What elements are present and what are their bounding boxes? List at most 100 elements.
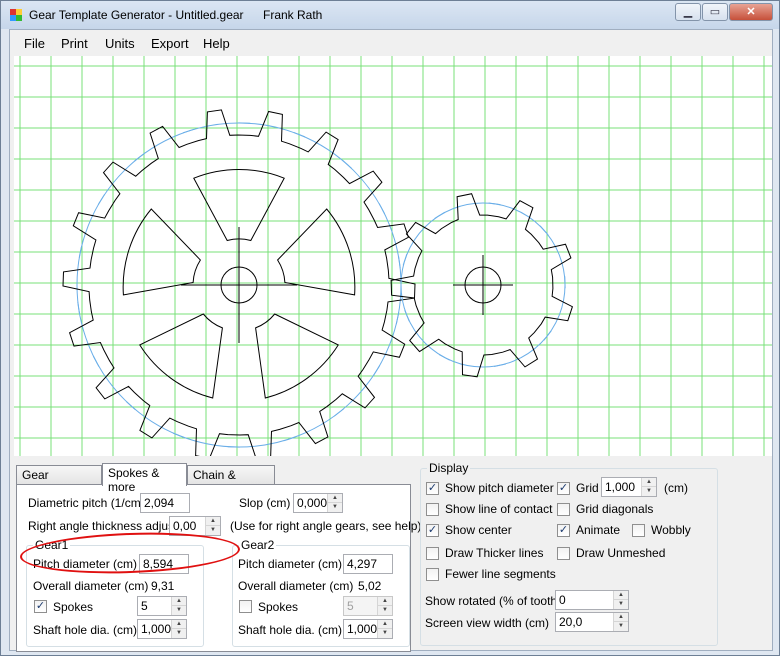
gear1-pitch-tick: [126, 401, 136, 411]
client-area: File Print Units Export Help Gear proper…: [9, 29, 773, 652]
gear2-pitch-diameter-input[interactable]: 4,297: [343, 554, 393, 574]
app-window: Gear Template Generator - Untitled.gear …: [0, 0, 780, 656]
gear2-shaft-hole-stepper[interactable]: 1,000 ▲ ▼: [343, 619, 393, 639]
menu-print[interactable]: Print: [61, 36, 88, 51]
draw-unmeshed-checkbox[interactable]: [557, 547, 570, 560]
gear-drawing: [14, 56, 772, 461]
gear1-pitch-diameter-label: Pitch diameter (cm): [33, 557, 138, 571]
menu-help[interactable]: Help: [203, 36, 230, 51]
gear1-spoke-window: [138, 313, 223, 399]
show-pitch-diameter-checkbox[interactable]: ✓: [426, 482, 439, 495]
gear2-pitch-tick: [438, 354, 450, 361]
gear1-pitch-tick: [133, 153, 145, 162]
gear2-spokes-spinner: ▲ ▼: [377, 597, 392, 615]
right-angle-note: (Use for right angle gears, see help): [230, 519, 422, 533]
screen-view-width-stepper[interactable]: 20,0 ▲ ▼: [555, 612, 629, 632]
show-line-of-contact-label: Show line of contact: [445, 502, 553, 516]
diametric-pitch-label: Diametric pitch (1/cm): [28, 496, 145, 510]
gear1-pitch-tick: [333, 408, 345, 417]
gear1-pitch-tick: [378, 203, 386, 215]
show-rotated-stepper[interactable]: 0 ▲ ▼: [555, 590, 629, 610]
show-pitch-diameter-label: Show pitch diameter: [445, 481, 554, 495]
gear1-shaft-hole-label: Shaft hole dia. (cm): [33, 623, 138, 637]
gear2-spokes-label: Spokes: [258, 600, 299, 614]
right-angle-spinner[interactable]: ▲ ▼: [205, 517, 220, 535]
minimize-button[interactable]: ▁: [675, 3, 701, 21]
app-icon: [10, 9, 22, 21]
gear1-pitch-tick: [77, 301, 80, 314]
wobbly-checkbox[interactable]: [632, 524, 645, 537]
gear2-overall-diameter-label: Overall diameter (cm): [238, 579, 354, 593]
right-angle-label: Right angle thickness adjust: [28, 519, 178, 533]
close-button[interactable]: ✕: [729, 3, 773, 21]
title-bar[interactable]: Gear Template Generator - Untitled.gear …: [1, 1, 779, 29]
gear2-pitch-tick: [543, 330, 552, 341]
show-rotated-label: Show rotated (% of tooth): [425, 594, 562, 608]
grid-size-spinner[interactable]: ▲ ▼: [641, 478, 656, 496]
checkmark-icon: ✓: [35, 600, 46, 612]
menu-units[interactable]: Units: [105, 36, 135, 51]
display-group-title: Display: [427, 461, 471, 475]
tab-strip: Gear properties Spokes & more Chain & sp…: [16, 463, 420, 496]
draw-thicker-lines-checkbox[interactable]: [426, 547, 439, 560]
slop-label: Slop (cm): [239, 496, 291, 510]
animate-label: Animate: [576, 523, 621, 537]
window-title: Gear Template Generator - Untitled.gear: [29, 8, 244, 22]
menu-bar: File Print Units Export Help: [10, 30, 772, 56]
show-rotated-spinner[interactable]: ▲ ▼: [613, 591, 628, 609]
gear1-shaft-hole-stepper[interactable]: 1,000 ▲ ▼: [137, 619, 187, 639]
display-group: Display ✓ Show pitch diameter Show line …: [420, 461, 718, 646]
grid-checkbox[interactable]: ✓: [557, 482, 570, 495]
gear2-shaft-hole-label: Shaft hole dia. (cm): [238, 623, 343, 637]
animate-checkbox[interactable]: ✓: [557, 524, 570, 537]
gear2-spokes-stepper: 5 ▲ ▼: [343, 596, 393, 616]
draw-unmeshed-label: Draw Unmeshed: [576, 546, 666, 560]
checkmark-icon: ✓: [558, 482, 569, 494]
gear1-pitch-tick: [92, 355, 100, 367]
fewer-line-segments-checkbox[interactable]: [426, 568, 439, 581]
gear2-group-title: Gear2: [239, 538, 277, 552]
gear2-pitch-diameter-label: Pitch diameter (cm): [238, 557, 343, 571]
checkmark-icon: ✓: [558, 524, 569, 536]
slop-spinner[interactable]: ▲ ▼: [327, 494, 342, 512]
gear2-spokes-checkbox[interactable]: [239, 600, 252, 613]
show-line-of-contact-checkbox[interactable]: [426, 503, 439, 516]
wobbly-label: Wobbly: [651, 523, 691, 537]
gear-canvas[interactable]: [14, 56, 772, 461]
gear1-pitch-tick: [342, 159, 352, 169]
draw-thicker-lines-label: Draw Thicker lines: [445, 546, 544, 560]
gear1-pitch-diameter-input[interactable]: 8,594: [139, 554, 189, 574]
grid-size-stepper[interactable]: 1,000 ▲ ▼: [601, 477, 657, 497]
diametric-pitch-input[interactable]: 2,094: [140, 493, 190, 513]
show-center-checkbox[interactable]: ✓: [426, 524, 439, 537]
right-angle-stepper[interactable]: 0,00 ▲ ▼: [169, 516, 221, 536]
tab-chain-and-sprocket[interactable]: Chain & sprocket: [187, 465, 275, 496]
gear2-overall-diameter-value: 5,02: [358, 579, 382, 593]
gear2-pitch-tick: [434, 211, 445, 220]
gear2-pitch-tick: [402, 253, 408, 266]
screen-view-width-label: Screen view width (cm): [425, 616, 550, 630]
gear1-pitch-tick: [97, 194, 106, 205]
screen-view-width-spinner[interactable]: ▲ ▼: [613, 613, 628, 631]
menu-export[interactable]: Export: [151, 36, 189, 51]
grid-diagonals-checkbox[interactable]: [557, 503, 570, 516]
maximize-button[interactable]: ▭: [702, 3, 728, 21]
tab-spokes-and-more[interactable]: Spokes & more: [102, 463, 187, 494]
gear2-shaft-hole-spinner[interactable]: ▲ ▼: [377, 620, 392, 638]
spokes-tab-panel: Diametric pitch (1/cm) 2,094 Slop (cm) 0…: [16, 484, 421, 652]
gear1-shaft-hole-spinner[interactable]: ▲ ▼: [171, 620, 186, 638]
gear1-spokes-spinner[interactable]: ▲ ▼: [171, 597, 186, 615]
slop-stepper[interactable]: 0,000 ▲ ▼: [293, 493, 343, 513]
grid-layer: [14, 56, 772, 456]
grid-unit-label: (cm): [664, 481, 688, 495]
grid-label: Grid: [576, 481, 599, 495]
gear1-pitch-tick: [372, 365, 381, 376]
gear1-group: Gear1 Pitch diameter (cm) 8,594 Overall …: [26, 538, 204, 647]
gear2-pitch-tick: [493, 363, 506, 367]
tab-gear-properties[interactable]: Gear properties: [16, 465, 102, 496]
gear1-spokes-checkbox[interactable]: ✓: [34, 600, 47, 613]
show-center-label: Show center: [445, 523, 512, 537]
menu-file[interactable]: File: [24, 36, 45, 51]
gear1-spokes-stepper[interactable]: 5 ▲ ▼: [137, 596, 187, 616]
gear1-group-title: Gear1: [33, 538, 71, 552]
